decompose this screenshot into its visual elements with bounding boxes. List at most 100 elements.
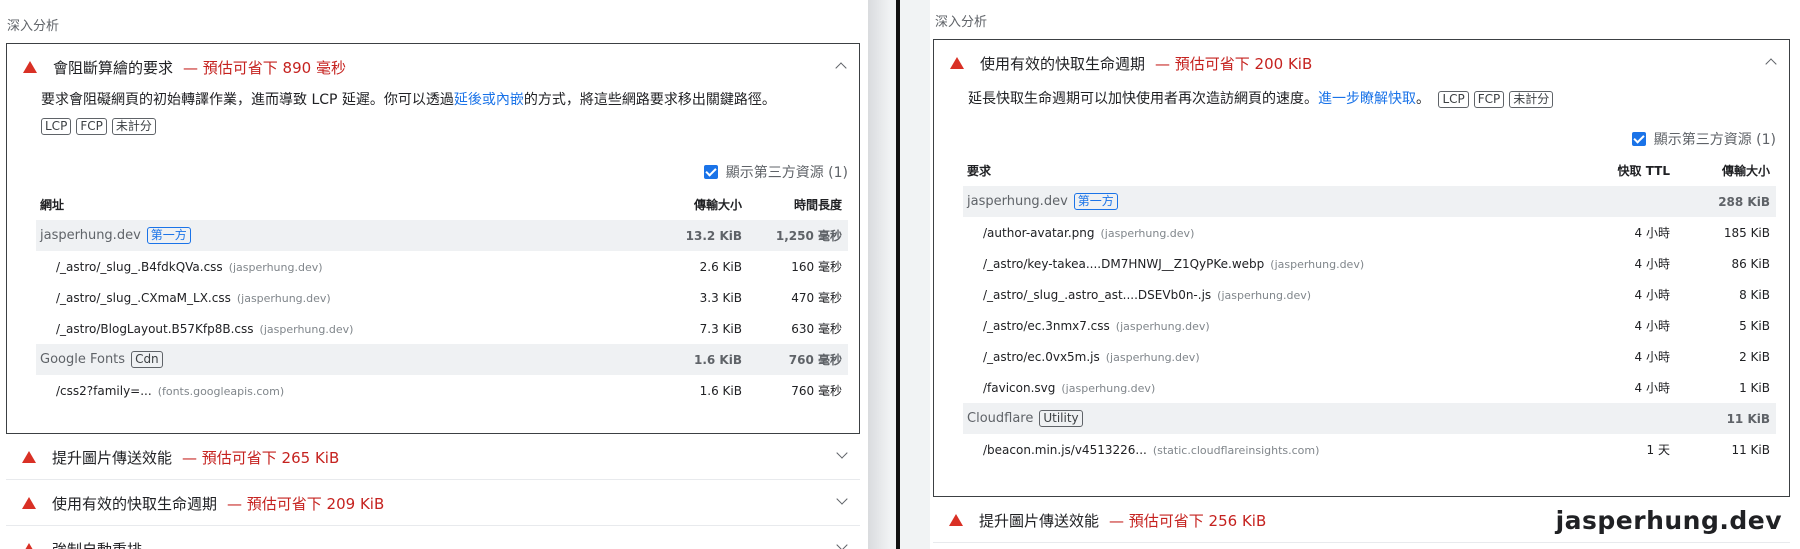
chevron-down-icon[interactable] [836, 493, 848, 505]
checkbox-checked-icon[interactable] [1631, 132, 1646, 146]
audit-header[interactable]: 強制自動重排 [6, 526, 860, 549]
request-url[interactable]: /css2?family=... (fonts.googleapis.com) [36, 375, 638, 406]
group-entity: Cloudflare Utility [963, 403, 1576, 434]
table-header-row: 網址 傳輸大小 時間長度 [36, 189, 848, 220]
request-url[interactable]: /beacon.min.js/v4513226... (static.cloudf… [963, 434, 1576, 465]
requests-table: 要求 快取 TTL 傳輸大小 jasperhung.dev 第一方 288 KiB… [963, 155, 1776, 465]
fail-triangle-icon [950, 57, 964, 69]
audit-header[interactable]: 使用有效的快取生命週期 — 預估可省下 200 KiB [934, 40, 1789, 86]
chevron-down-icon[interactable] [836, 539, 848, 549]
request-duration: 630 毫秒 [791, 322, 842, 336]
table-row: /_astro/_slug_.astro_ast....DSEVb0n-.js(… [963, 279, 1776, 310]
request-url[interactable]: /_astro/key-takea....DM7HNWJ__Z1QyPKe.we… [963, 248, 1576, 279]
audit-cache-lifetime-expanded: 使用有效的快取生命週期 — 預估可省下 200 KiB 延長快取生命週期可以加快… [933, 39, 1790, 497]
audit-header[interactable]: 會阻斷算繪的要求 — 預估可省下 890 毫秒 [7, 44, 859, 90]
group-entity: Google Fonts Cdn [36, 344, 638, 375]
audit-header[interactable]: 使用有效的快取生命週期 — 預估可省下 209 KiB [6, 480, 860, 526]
column-header-duration: 時間長度 [793, 198, 842, 212]
request-duration: 160 毫秒 [791, 260, 842, 274]
chevron-down-icon[interactable] [836, 447, 848, 459]
request-ttl: 4 小時 [1634, 257, 1670, 271]
watermark-text: jasperhung.dev [1555, 506, 1782, 535]
utility-tag: Utility [1039, 410, 1083, 427]
request-size: 11 KiB [1731, 442, 1770, 457]
audit-savings: — 預估可省下 265 KiB [182, 448, 340, 467]
chevron-up-icon[interactable] [1765, 58, 1777, 70]
metric-chip-lcp: LCP [1438, 91, 1469, 108]
request-url[interactable]: /author-avatar.png (jasperhung.dev) [963, 217, 1576, 248]
request-size: 3.3 KiB [699, 290, 742, 305]
image-divider [896, 0, 900, 549]
table-row: /favicon.svg (jasperhung.dev) 4 小時 1 KiB [963, 372, 1776, 403]
group-duration: 760 毫秒 [748, 344, 848, 375]
request-url[interactable]: /favicon.svg (jasperhung.dev) [963, 372, 1576, 403]
request-url[interactable]: /_astro/_slug_.astro_ast....DSEVb0n-.js(… [963, 279, 1576, 310]
group-size: 1.6 KiB [638, 344, 748, 375]
group-ttl [1576, 186, 1676, 217]
cdn-tag: Cdn [131, 351, 163, 368]
request-size: 185 KiB [1723, 225, 1770, 240]
metric-chip-lcp: LCP [41, 118, 72, 135]
table-row: /_astro/_slug_.CXmaM_LX.css (jasperhung.d… [36, 282, 848, 313]
column-header-size: 傳輸大小 [693, 198, 742, 212]
audit-header[interactable]: 提升圖片傳送效能 — 預估可省下 265 KiB [6, 434, 860, 480]
column-header-size: 傳輸大小 [1721, 164, 1770, 178]
table-group-row: Google Fonts Cdn 1.6 KiB 760 毫秒 [36, 344, 848, 375]
request-ttl: 4 小時 [1634, 381, 1670, 395]
fail-triangle-icon [22, 497, 36, 509]
description-text: 延長快取生命週期可以加快使用者再次造訪網頁的速度。 [968, 91, 1318, 107]
table-row: /beacon.min.js/v4513226... (static.cloudf… [963, 434, 1776, 465]
column-header-request: 要求 [967, 164, 992, 178]
request-size: 7.3 KiB [699, 321, 742, 336]
request-url[interactable]: /_astro/_slug_.B4fdkQVa.css (jasperhung.d… [36, 251, 638, 282]
checkbox-checked-icon[interactable] [703, 165, 718, 179]
request-ttl: 1 天 [1646, 443, 1670, 457]
audit-savings: — 預估可省下 890 毫秒 [183, 58, 346, 77]
audit-savings: — 預估可省下 209 KiB [227, 494, 385, 513]
table-group-row: Cloudflare Utility 11 KiB [963, 403, 1776, 434]
first-party-tag: 第一方 [146, 227, 191, 244]
table-row: /_astro/ec.0vx5m.js (jasperhung.dev) 4 小時… [963, 341, 1776, 372]
request-url[interactable]: /_astro/ec.0vx5m.js (jasperhung.dev) [963, 341, 1576, 372]
request-size: 8 KiB [1739, 287, 1770, 302]
table-header-row: 要求 快取 TTL 傳輸大小 [963, 155, 1776, 186]
audit-title: 會阻斷算繪的要求 [53, 58, 174, 77]
group-duration: 1,250 毫秒 [748, 220, 848, 251]
audit-title: 提升圖片傳送效能 [52, 448, 173, 467]
third-party-toggle[interactable]: 顯示第三方資源 (1) [968, 128, 1776, 150]
table-row: /author-avatar.png (jasperhung.dev) 4 小時 … [963, 217, 1776, 248]
learn-more-link[interactable]: 延後或內嵌 [454, 92, 524, 108]
audit-image-delivery[interactable]: 提升圖片傳送效能 — 預估可省下 265 KiB [6, 434, 860, 480]
audit-savings: — 預估可省下 256 KiB [1109, 511, 1267, 530]
column-header-cache-ttl: 快取 TTL [1617, 164, 1670, 178]
request-url[interactable]: /_astro/_slug_.CXmaM_LX.css (jasperhung.d… [36, 282, 638, 313]
table-row: /_astro/_slug_.B4fdkQVa.css (jasperhung.d… [36, 251, 848, 282]
group-size: 13.2 KiB [638, 220, 748, 251]
table-row: /_astro/key-takea....DM7HNWJ__Z1QyPKe.we… [963, 248, 1776, 279]
audit-cache-lifetime[interactable]: 使用有效的快取生命週期 — 預估可省下 209 KiB [6, 480, 860, 526]
third-party-toggle[interactable]: 顯示第三方資源 (1) [41, 161, 848, 183]
chevron-up-icon[interactable] [835, 62, 847, 74]
request-url[interactable]: /_astro/BlogLayout.B57Kfp8B.css (jasperhu… [36, 313, 638, 344]
left-panel: 深入分析 會阻斷算繪的要求 — 預估可省下 890 毫秒 要求會阻礙網頁的初始轉… [0, 0, 868, 549]
audit-savings: — 預估可省下 200 KiB [1155, 54, 1313, 73]
audit-body: 延長快取生命週期可以加快使用者再次造訪網頁的速度。進一步瞭解快取。 LCP FCP… [934, 86, 1789, 465]
request-url[interactable]: /_astro/ec.3nmx7.css (jasperhung.dev) [963, 310, 1576, 341]
section-heading: 深入分析 [935, 15, 988, 30]
request-size: 1 KiB [1739, 380, 1770, 395]
audit-forced-reflow[interactable]: 強制自動重排 [6, 526, 860, 549]
section-heading: 深入分析 [7, 19, 60, 34]
audit-title: 強制自動重排 [52, 539, 142, 549]
unscored-chip: 未計分 [1509, 91, 1554, 108]
audit-description: 延長快取生命週期可以加快使用者再次造訪網頁的速度。進一步瞭解快取。 LCP FCP… [968, 86, 1776, 112]
learn-more-link[interactable]: 進一步瞭解快取 [1318, 91, 1416, 107]
request-ttl: 4 小時 [1634, 288, 1670, 302]
unscored-chip: 未計分 [111, 118, 156, 135]
fail-triangle-icon [949, 514, 963, 526]
group-entity: jasperhung.dev 第一方 [36, 220, 638, 251]
description-text: 要求會阻礙網頁的初始轉譯作業，進而導致 LCP 延遲。你可以透過 [41, 92, 454, 108]
request-duration: 760 毫秒 [791, 384, 842, 398]
audit-title: 提升圖片傳送效能 [979, 511, 1100, 530]
request-ttl: 4 小時 [1634, 226, 1670, 240]
fail-triangle-icon [22, 543, 36, 549]
